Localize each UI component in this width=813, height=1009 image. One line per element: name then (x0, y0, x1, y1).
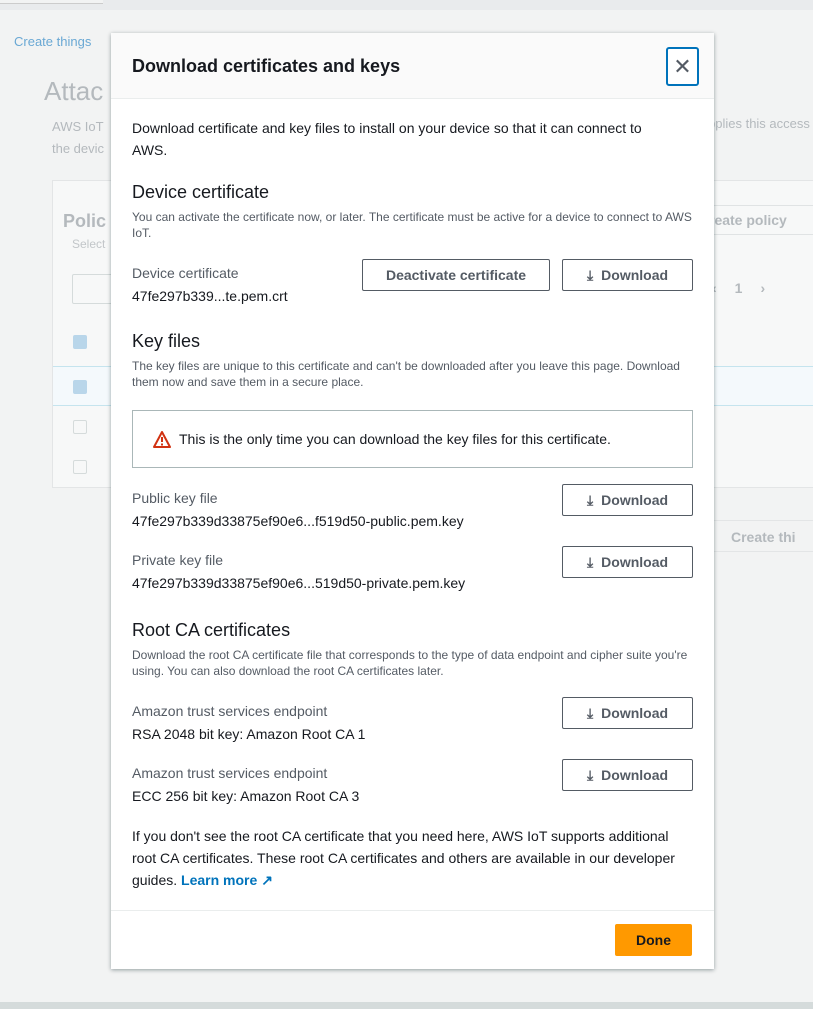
device-certificate-filename: 47fe297b339...te.pem.crt (132, 288, 288, 304)
select-all-checkbox[interactable] (73, 335, 87, 349)
root-ca-description: Download the root CA certificate file th… (132, 648, 688, 678)
button-label: Download (601, 492, 669, 508)
intro-text: Download certificate and key files to in… (132, 120, 642, 158)
page-description: AWS IoT the devic (52, 116, 104, 160)
page-title: Attac (44, 76, 104, 106)
public-key-label: Public key file (132, 490, 218, 506)
create-thing-button[interactable]: Create thi (712, 520, 813, 552)
panel-title: Polic (63, 211, 107, 231)
download-certificates-modal: Download certificates and keys ✕ Downloa… (111, 33, 714, 969)
modal-header: Download certificates and keys ✕ (111, 33, 714, 99)
download-icon: ⤓ (586, 553, 594, 570)
public-key-row: Public key file 47fe297b339d33875ef90e6.… (132, 484, 693, 546)
root-ca-heading: Root CA certificates (132, 620, 291, 640)
bottom-bar (0, 1002, 813, 1009)
public-key-filename: 47fe297b339d33875ef90e6...f519d50-public… (132, 513, 464, 529)
button-label: Download (601, 705, 669, 721)
download-device-certificate-button[interactable]: ⤓ Download (562, 259, 693, 291)
root-ca-1-value: RSA 2048 bit key: Amazon Root CA 1 (132, 726, 366, 742)
modal-footer: Done (111, 910, 714, 969)
row-checkbox[interactable] (73, 380, 87, 394)
create-policy-button[interactable]: reate policy (700, 205, 813, 235)
close-icon: ✕ (673, 53, 692, 79)
button-label: Download (601, 554, 669, 570)
download-root-ca-1-button[interactable]: ⤓ Download (562, 697, 693, 729)
row-checkbox[interactable] (73, 420, 87, 434)
page-description-right: pplies this access (708, 116, 810, 131)
warning-text: This is the only time you can download t… (179, 431, 611, 447)
learn-more-link[interactable]: Learn more ↗ (181, 872, 273, 888)
root-ca-1-row: Amazon trust services endpoint RSA 2048 … (132, 697, 693, 759)
row-checkbox[interactable] (73, 460, 87, 474)
link-label: Learn more (181, 872, 258, 888)
panel-subtitle: Select (72, 237, 106, 251)
deactivate-certificate-button[interactable]: Deactivate certificate (362, 259, 550, 291)
breadcrumb-create-things[interactable]: Create things (14, 34, 91, 49)
modal-title: Download certificates and keys (132, 56, 401, 76)
button-label: Download (601, 267, 669, 283)
external-link-icon: ↗ (261, 872, 273, 888)
private-key-label: Private key file (132, 552, 224, 568)
root-ca-3-label: Amazon trust services endpoint (132, 765, 328, 781)
key-files-description: The key files are unique to this certifi… (132, 359, 680, 389)
button-label: Download (601, 767, 669, 783)
download-icon: ⤓ (586, 766, 594, 783)
download-icon: ⤓ (586, 491, 594, 508)
root-ca-3-row: Amazon trust services endpoint ECC 256 b… (132, 759, 693, 821)
warning-alert: This is the only time you can download t… (132, 410, 693, 468)
browser-bar (0, 0, 813, 10)
private-key-row: Private key file 47fe297b339d33875ef90e6… (132, 546, 693, 608)
desc-line: the devic (52, 141, 105, 156)
root-ca-note: If you don't see the root CA certificate… (132, 825, 692, 891)
pagination[interactable]: ‹1› (712, 280, 783, 296)
device-certificate-row: Device certificate 47fe297b339...te.pem.… (132, 259, 693, 321)
device-certificate-heading: Device certificate (132, 182, 270, 202)
download-private-key-button[interactable]: ⤓ Download (562, 546, 693, 578)
download-public-key-button[interactable]: ⤓ Download (562, 484, 693, 516)
modal-body: Download certificate and key files to in… (111, 99, 714, 891)
root-ca-3-value: ECC 256 bit key: Amazon Root CA 3 (132, 788, 360, 804)
page-number[interactable]: 1 (735, 280, 761, 296)
key-files-heading: Key files (132, 331, 201, 351)
warning-icon (153, 430, 171, 448)
private-key-filename: 47fe297b339d33875ef90e6...519d50-private… (132, 575, 466, 591)
done-button[interactable]: Done (615, 924, 692, 956)
device-certificate-description: You can activate the certificate now, or… (132, 210, 692, 240)
close-button[interactable]: ✕ (666, 47, 699, 86)
desc-line: AWS IoT (52, 119, 104, 134)
download-icon: ⤓ (586, 704, 594, 721)
download-icon: ⤓ (586, 266, 594, 283)
download-root-ca-3-button[interactable]: ⤓ Download (562, 759, 693, 791)
tab (0, 0, 103, 4)
root-ca-1-label: Amazon trust services endpoint (132, 703, 328, 719)
device-certificate-label: Device certificate (132, 265, 239, 281)
